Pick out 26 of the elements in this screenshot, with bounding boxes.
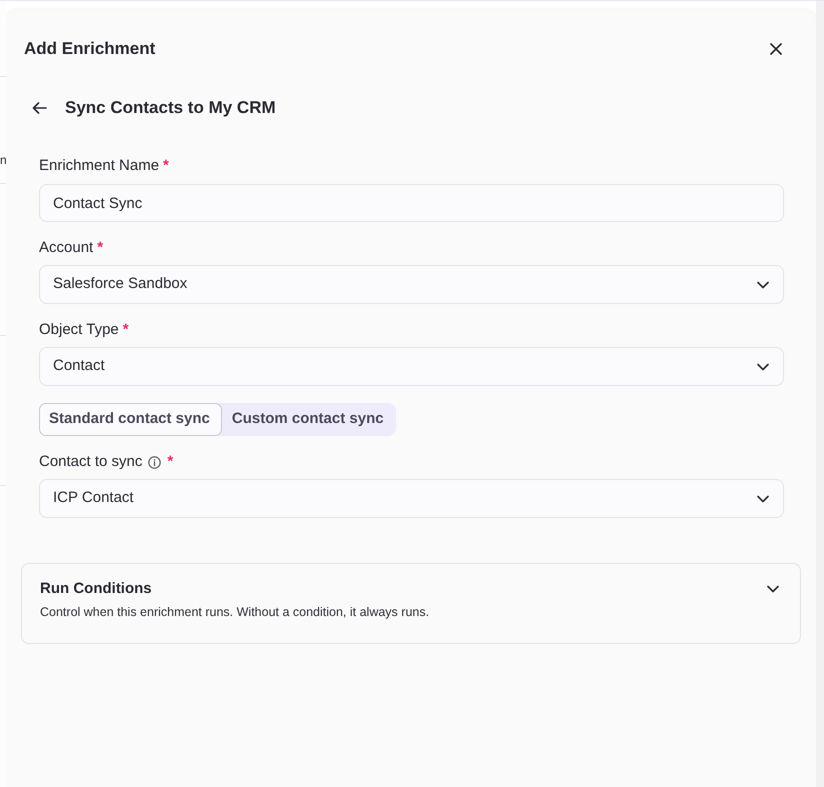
input-field[interactable]: Contact Sync <box>39 184 784 222</box>
field-label: Contact to sync <box>39 452 142 472</box>
select-field[interactable]: Contact <box>39 347 784 386</box>
dialog-title: Add Enrichment <box>24 38 156 60</box>
section-heading: Sync Contacts to My CRM <box>65 97 276 119</box>
required-asterisk: * <box>122 320 129 340</box>
chevron-icon[interactable] <box>757 362 769 370</box>
field-label: Account <box>39 238 94 258</box>
field-label: Object Type <box>39 320 119 340</box>
background-text: n <box>0 152 6 169</box>
chevron-icon[interactable] <box>767 585 779 593</box>
select-field[interactable]: ICP Contact <box>39 479 784 518</box>
chevron-icon[interactable] <box>757 494 769 502</box>
segment-tab[interactable]: Custom contact sync <box>222 403 396 436</box>
required-asterisk: * <box>163 156 169 176</box>
required-asterisk: * <box>97 238 104 258</box>
field-label: Enrichment Name <box>39 156 160 176</box>
section-title: Run Conditions <box>40 579 152 599</box>
back-arrow-icon[interactable] <box>32 102 47 114</box>
close-icon[interactable] <box>770 43 782 55</box>
chevron-icon[interactable] <box>757 280 769 288</box>
required-asterisk: * <box>167 452 174 472</box>
section-description: Control when this enrichment runs. Without a condition, it always runs. <box>40 604 430 621</box>
segment-tab[interactable]: Standard contact sync <box>39 403 222 436</box>
select-field[interactable]: Salesforce Sandbox <box>39 265 784 304</box>
info-icon[interactable] <box>148 456 162 468</box>
